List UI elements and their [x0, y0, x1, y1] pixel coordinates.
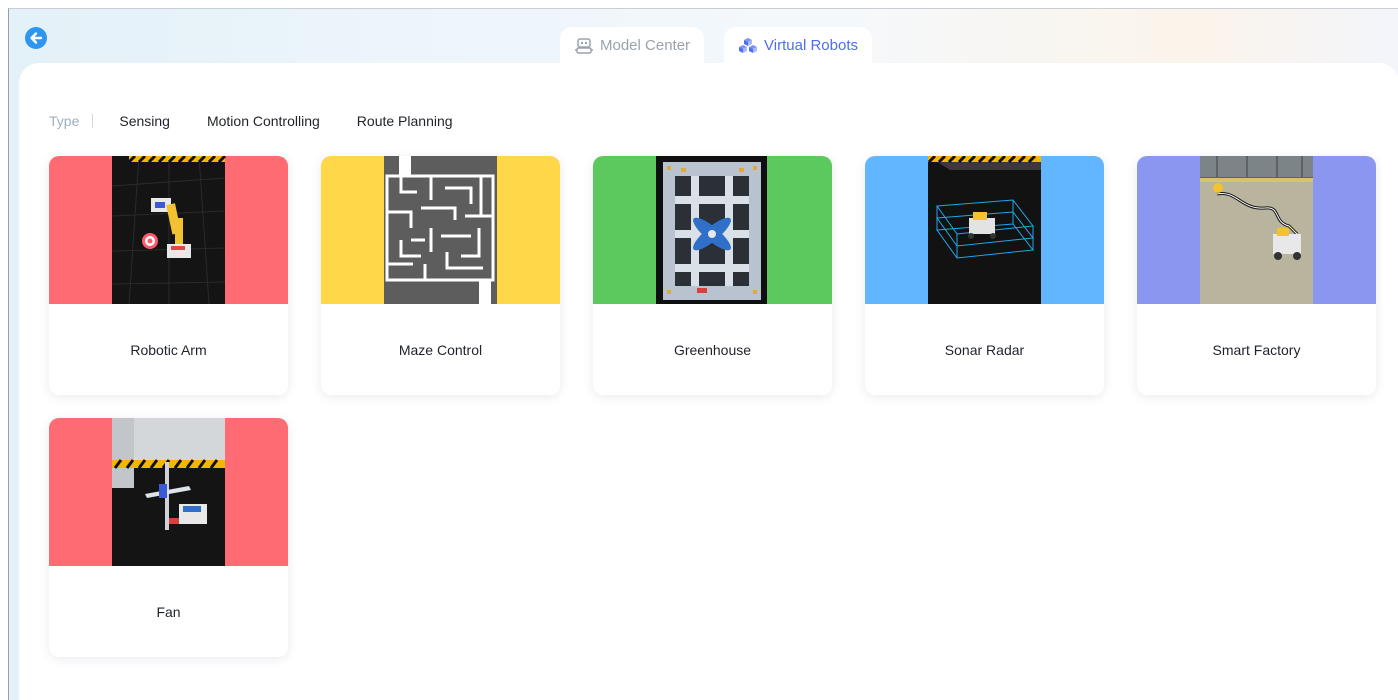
card-title: Maze Control — [398, 341, 483, 358]
tab-bar: Model Center Virtual Robots — [560, 27, 872, 64]
filter-divider — [92, 114, 94, 128]
robot-card-maze-control[interactable]: Maze Control — [321, 156, 560, 395]
tab-model-center-label: Model Center — [600, 37, 691, 54]
card-thumbnail — [593, 156, 832, 304]
card-thumbnail — [321, 156, 560, 304]
tab-virtual-robots[interactable]: Virtual Robots — [724, 27, 872, 64]
tab-model-center[interactable]: Model Center — [560, 27, 705, 64]
filter-route-planning[interactable]: Route Planning — [357, 113, 453, 129]
card-thumbnail — [1137, 156, 1376, 304]
robot-card-greenhouse[interactable]: Greenhouse — [593, 156, 832, 395]
back-button[interactable] — [25, 27, 47, 49]
card-title: Smart Factory — [1212, 341, 1301, 358]
robot-card-smart-factory[interactable]: Smart Factory — [1137, 156, 1376, 395]
tab-virtual-robots-label: Virtual Robots — [764, 37, 858, 54]
card-thumbnail — [865, 156, 1104, 304]
card-title: Robotic Arm — [130, 341, 207, 358]
type-filter-bar: Type Sensing Motion Controlling Route Pl… — [49, 113, 490, 129]
content-panel: Type Sensing Motion Controlling Route Pl… — [19, 63, 1398, 700]
robot-card-sonar-radar[interactable]: Sonar Radar — [865, 156, 1104, 395]
robot-icon — [575, 37, 593, 54]
card-thumbnail — [49, 418, 288, 566]
filter-type-label: Type — [49, 113, 80, 129]
card-thumbnail — [49, 156, 288, 304]
card-title: Fan — [156, 603, 181, 620]
card-title: Sonar Radar — [944, 341, 1025, 358]
filter-sensing[interactable]: Sensing — [119, 113, 170, 129]
app-frame: Model Center Virtual Robots Type Sensing… — [8, 8, 1398, 700]
robot-card-fan[interactable]: Fan — [49, 418, 288, 657]
filter-motion-controlling[interactable]: Motion Controlling — [207, 113, 320, 129]
robot-card-robotic-arm[interactable]: Robotic Arm — [49, 156, 288, 395]
arrow-left-icon — [30, 32, 43, 44]
cubes-icon — [739, 37, 758, 53]
card-title: Greenhouse — [673, 341, 752, 358]
